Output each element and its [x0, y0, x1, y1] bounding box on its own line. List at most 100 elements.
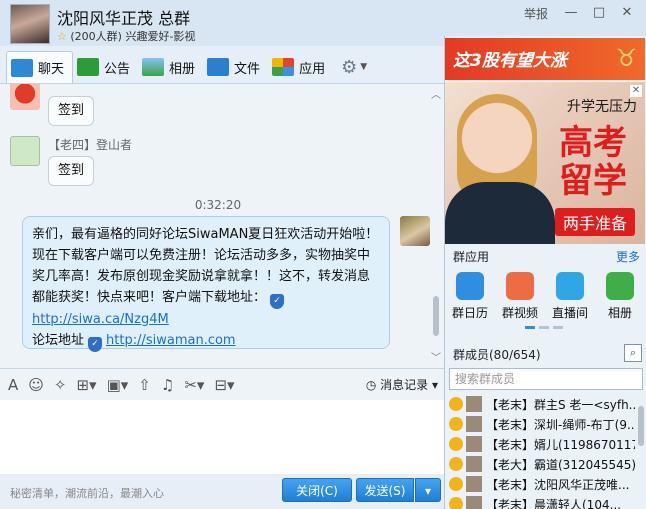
app-label: 相册	[607, 306, 632, 320]
avatar	[466, 436, 482, 452]
avatar[interactable]	[10, 84, 40, 110]
list-item[interactable]: 【老末】婿儿(1198670117)	[449, 434, 635, 454]
list-item[interactable]: 【老末】晨潇轻人(104...	[449, 494, 635, 509]
list-item[interactable]: 【老末】沈阳风华正茂唯...	[449, 474, 635, 494]
chevron-up-icon[interactable]: ︿	[431, 86, 441, 101]
chat-bubble-icon	[11, 58, 33, 77]
scrollbar-thumb[interactable]	[638, 406, 644, 446]
photo-icon	[606, 272, 634, 300]
avatar[interactable]	[10, 136, 40, 166]
list-item[interactable]: 【老末】群主S 老一<syfh...	[449, 394, 635, 414]
group-apps-title: 群应用	[453, 250, 490, 264]
magic-wand-icon[interactable]: ✧	[54, 376, 67, 394]
download-link[interactable]: http://siwa.ca/Nzg4M	[32, 312, 169, 327]
tab-album[interactable]: 相册	[138, 51, 203, 83]
app-live[interactable]: 直播间	[546, 272, 594, 321]
chat-history: 签到 【老四】登山者 签到 0:32:20 亲们，最有逼格的同好论坛SiwaMA…	[0, 84, 444, 368]
tv-icon	[556, 272, 584, 300]
message-bubble: 签到	[48, 96, 95, 126]
star-icon: ☆	[57, 30, 67, 43]
gift-icon[interactable]: ⊞▾	[76, 376, 96, 394]
tab-album-label: 相册	[169, 61, 196, 77]
video-icon	[506, 272, 534, 300]
admin-icon	[449, 477, 463, 491]
tab-files[interactable]: 文件	[203, 51, 268, 83]
admin-icon	[449, 437, 463, 451]
scrollbar[interactable]: ︿ ﹀	[430, 86, 442, 364]
member-name: 【老大】霸道(312045545)	[486, 457, 635, 472]
list-item[interactable]: 【老大】霸道(312045545)	[449, 454, 635, 474]
slogan-text: 秘密清单，潮流前沿，最潮入心	[10, 487, 164, 500]
history-label: 消息记录	[380, 378, 429, 392]
app-video[interactable]: 群视频	[496, 272, 544, 321]
app-calendar[interactable]: 群日历	[446, 272, 494, 321]
chevron-down-icon[interactable]: ﹀	[431, 349, 441, 364]
education-ad-banner[interactable]: 升学无压力 高考留学 两手准备 ✕	[445, 82, 645, 244]
members-title: 群成员(80/654)	[453, 348, 541, 362]
group-meta-text: (200人群) 兴趣爱好-影视	[70, 30, 196, 43]
upload-icon[interactable]: ⇧	[138, 376, 151, 394]
chevron-down-icon: ▾	[431, 378, 438, 392]
list-item[interactable]: 【老末】深圳-绳师-布丁(9...	[449, 414, 635, 434]
maximize-icon[interactable]: □	[588, 4, 610, 22]
message-text: 亲们，最有逼格的同好论坛SiwaMAN夏日狂欢活动开始啦！现在下载客户端可以免费…	[32, 227, 379, 305]
settings-menu[interactable]: ⚙ ▼	[333, 51, 375, 83]
send-options-button[interactable]: ▾	[415, 478, 441, 502]
avatar[interactable]	[400, 216, 430, 246]
image-icon[interactable]: ▣▾	[107, 376, 129, 394]
avatar	[466, 476, 482, 492]
app-label: 群视频	[501, 306, 538, 320]
more-link[interactable]: 更多	[616, 248, 640, 265]
member-name: 【老末】群主S 老一<syfh...	[486, 397, 635, 412]
scrollbar-thumb[interactable]	[433, 296, 439, 336]
group-avatar[interactable]	[10, 4, 50, 44]
graduate-gown	[445, 182, 555, 244]
tab-chat[interactable]: 聊天	[6, 51, 74, 83]
member-name: 【老末】沈阳风华正茂唯...	[486, 477, 630, 492]
app-label: 群日历	[451, 306, 488, 320]
shield-icon: ✓	[88, 337, 103, 352]
message-input[interactable]	[0, 400, 444, 474]
input-toolbar: A ☺ ✧ ⊞▾ ▣▾ ⇧ ♫ ✂▾ ⊟▾ ◷ 消息记录 ▾	[0, 368, 444, 400]
clock-icon: ◷	[365, 378, 377, 392]
calendar-icon	[456, 272, 484, 300]
tab-apps[interactable]: 应用	[268, 51, 333, 83]
folder-icon	[207, 58, 230, 76]
font-icon[interactable]: A	[8, 376, 18, 394]
pager-dots[interactable]	[525, 326, 565, 329]
photo-icon	[142, 58, 165, 76]
close-icon[interactable]: ✕	[630, 85, 642, 97]
close-icon[interactable]: ✕	[616, 4, 638, 22]
minimize-icon[interactable]: —	[560, 4, 582, 22]
forum-link[interactable]: http://siwaman.com	[106, 333, 236, 348]
tab-notice[interactable]: 公告	[73, 51, 138, 83]
admin-icon	[449, 417, 463, 431]
message-timestamp: 0:32:20	[194, 198, 242, 212]
music-icon[interactable]: ♫	[161, 376, 174, 394]
window-controls: 举报 — □ ✕	[524, 4, 638, 22]
tab-apps-label: 应用	[299, 61, 326, 77]
chevron-down-icon: ▼	[360, 62, 368, 72]
ad-subtitle: 升学无压力	[567, 99, 637, 115]
close-button[interactable]: 关闭(C)	[282, 478, 352, 502]
message-bubble: 亲们，最有逼格的同好论坛SiwaMAN夏日狂欢活动开始啦！现在下载客户端可以免费…	[22, 216, 390, 352]
tab-bar: 聊天 公告 相册 文件 应用 ⚙ ▼	[0, 46, 444, 84]
ad-tagline: 两手准备	[554, 208, 635, 236]
avatar	[466, 496, 482, 509]
scissors-icon[interactable]: ✂▾	[184, 376, 204, 394]
stock-ad-banner[interactable]: 这3股有望大涨 ♉	[445, 38, 645, 80]
emoji-icon[interactable]: ☺	[28, 376, 44, 394]
group-name: 沈阳风华正茂 总群	[57, 9, 191, 28]
screen-share-icon[interactable]: ⊟▾	[214, 376, 234, 394]
send-button[interactable]: 发送(S)	[356, 478, 414, 502]
report-link[interactable]: 举报	[524, 5, 548, 22]
shield-icon: ✓	[270, 294, 285, 309]
message-history-button[interactable]: ◷ 消息记录 ▾	[366, 376, 438, 393]
group-apps: 群日历 群视频 直播间 相册	[445, 272, 645, 321]
app-label: 直播间	[551, 306, 588, 320]
app-album[interactable]: 相册	[596, 272, 644, 321]
member-list: 【老末】群主S 老一<syfh... 【老末】深圳-绳师-布丁(9... 【老末…	[449, 394, 635, 509]
avatar	[466, 456, 482, 472]
search-icon[interactable]: ⌕	[624, 344, 642, 362]
member-search-input[interactable]: 搜索群成员	[449, 368, 643, 390]
